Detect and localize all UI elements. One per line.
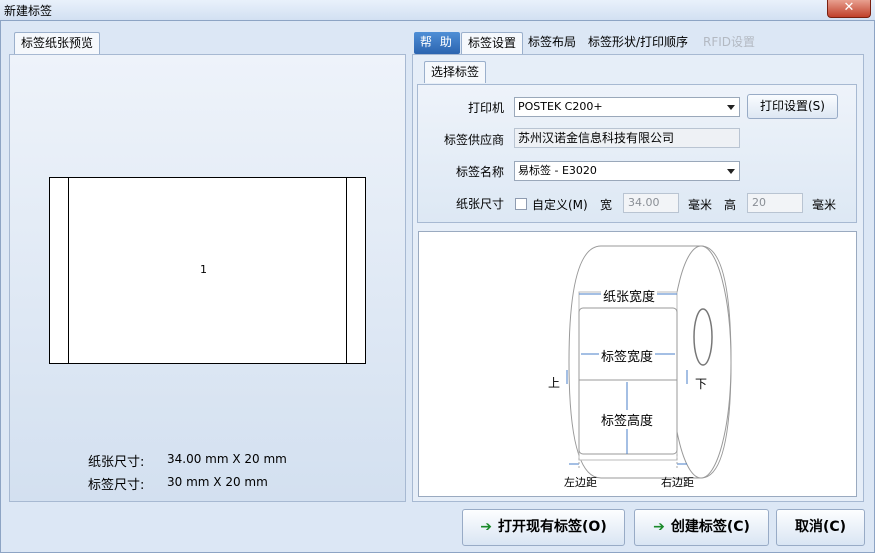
paper-width-text: 纸张宽度 xyxy=(601,286,658,305)
tab-shape-print-order[interactable]: 标签形状/打印顺序 xyxy=(582,32,694,54)
label-size-row: 标签尺寸: 30 mm X 20 mm xyxy=(88,474,268,493)
bottom-text: 下 xyxy=(695,377,708,391)
label-size-value: 30 mm X 20 mm xyxy=(167,475,268,489)
left-margin-text: 左边距 xyxy=(564,476,597,489)
tab-label-preview[interactable]: 标签纸张预览 xyxy=(14,32,101,54)
print-settings-button[interactable]: 打印设置(S) xyxy=(747,94,838,119)
title-bar: 新建标签 ✕ xyxy=(0,0,875,20)
printer-label: 打印机 xyxy=(467,101,504,115)
label-name-label: 标签名称 xyxy=(455,165,504,179)
chevron-down-icon xyxy=(727,105,735,110)
width-unit: 毫米 xyxy=(688,198,713,212)
label-width-text: 标签宽度 xyxy=(599,346,656,365)
tab-help[interactable]: 帮 助 xyxy=(414,32,460,54)
paper-size-row: 纸张尺寸: 34.00 mm X 20 mm xyxy=(88,451,287,470)
label-name-select[interactable]: 易标签 - E3020 xyxy=(514,161,740,181)
paper-size-form-label: 纸张尺寸 xyxy=(455,197,504,211)
label-preview: 1 xyxy=(49,177,366,364)
width-label: 宽 xyxy=(600,198,613,212)
chevron-down-icon xyxy=(727,169,735,174)
create-label-button[interactable]: ➔ 创建标签(C) xyxy=(634,509,769,546)
supplier-field: 苏州汉诺金信息科技有限公司 xyxy=(514,128,740,148)
roll-illustration xyxy=(566,245,732,479)
create-label-text: 创建标签(C) xyxy=(670,519,750,535)
printer-select[interactable]: POSTEK C200+ xyxy=(514,97,740,117)
tab-label-layout[interactable]: 标签布局 xyxy=(522,32,582,54)
tab-label-settings[interactable]: 标签设置 xyxy=(461,32,524,54)
paper-size-label: 纸张尺寸: xyxy=(88,455,145,470)
open-label-button[interactable]: ➔ 打开现有标签(O) xyxy=(462,509,625,546)
tab-rfid-settings[interactable]: RFID设置 xyxy=(697,32,761,54)
right-margin-text: 右边距 xyxy=(661,476,694,489)
arrow-right-icon: ➔ xyxy=(480,519,493,535)
window-title: 新建标签 xyxy=(4,4,53,18)
label-number: 1 xyxy=(200,263,207,276)
arrow-right-icon: ➔ xyxy=(653,519,665,535)
close-button[interactable]: ✕ xyxy=(827,0,871,18)
cancel-text: 取消(C) xyxy=(794,519,847,535)
height-input[interactable]: 20 xyxy=(747,193,803,213)
top-text: 上 xyxy=(548,376,561,390)
printer-value: POSTEK C200+ xyxy=(518,100,603,113)
supplier-label: 标签供应商 xyxy=(443,133,504,147)
cancel-button[interactable]: 取消(C) xyxy=(776,509,865,546)
paper-size-value: 34.00 mm X 20 mm xyxy=(167,452,287,466)
open-label-text: 打开现有标签(O) xyxy=(498,519,607,535)
custom-size-label[interactable]: 自定义(M) xyxy=(532,196,588,213)
label-height-text: 标签高度 xyxy=(599,410,656,429)
height-label: 高 xyxy=(724,198,737,212)
custom-size-checkbox[interactable] xyxy=(515,198,527,210)
label-name-value: 易标签 - E3020 xyxy=(518,164,597,177)
width-input[interactable]: 34.00 xyxy=(623,193,679,213)
subtab-select-label[interactable]: 选择标签 xyxy=(424,61,487,83)
height-unit: 毫米 xyxy=(812,198,837,212)
label-roll-diagram: 纸张宽度 标签宽度 标签高度 上 下 左边距 右边距 xyxy=(418,231,857,497)
label-size-label: 标签尺寸: xyxy=(88,478,145,493)
print-settings-label: 打印设置(S) xyxy=(760,99,825,113)
